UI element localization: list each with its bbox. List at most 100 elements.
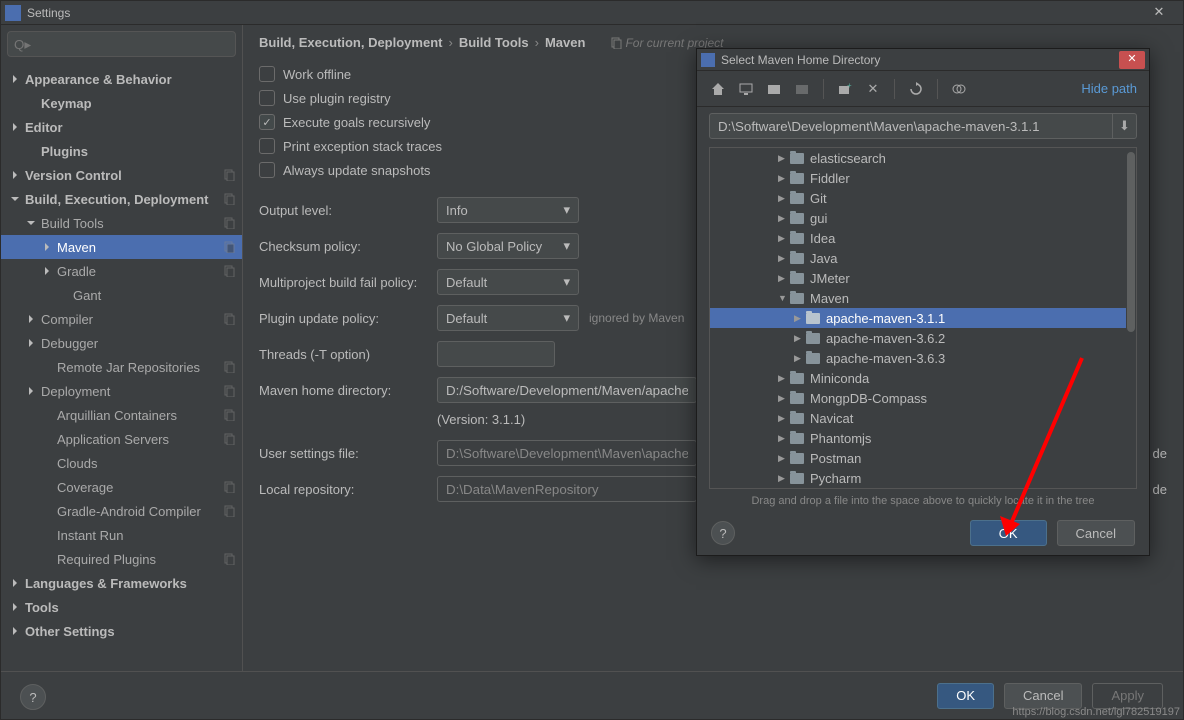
- checkbox[interactable]: [259, 114, 275, 130]
- tree-label: Deployment: [41, 384, 110, 399]
- folder-label: gui: [810, 211, 827, 226]
- folder-postman[interactable]: ▶Postman: [710, 448, 1136, 468]
- tree-label: Tools: [25, 600, 59, 615]
- tree-arrow-icon: [41, 553, 53, 565]
- checkbox[interactable]: [259, 162, 275, 178]
- folder-icon: [790, 433, 804, 444]
- ok-button[interactable]: OK: [937, 683, 994, 709]
- desktop-icon[interactable]: [737, 80, 755, 98]
- folder-fiddler[interactable]: ▶Fiddler: [710, 168, 1136, 188]
- checkbox[interactable]: [259, 90, 275, 106]
- dialog-footer: ? OK Cancel: [697, 511, 1149, 555]
- tree-item-required-plugins[interactable]: Required Plugins: [1, 547, 242, 571]
- new-folder-icon[interactable]: +: [836, 80, 854, 98]
- tree-item-appearance-behavior[interactable]: Appearance & Behavior: [1, 67, 242, 91]
- checkbox[interactable]: [259, 138, 275, 154]
- maven-home-input[interactable]: [437, 377, 697, 403]
- breadcrumb-1[interactable]: Build, Execution, Deployment: [259, 35, 442, 50]
- chevron-down-icon: ▾: [563, 202, 570, 218]
- refresh-icon[interactable]: [907, 80, 925, 98]
- project-icon[interactable]: [765, 80, 783, 98]
- breadcrumb-2[interactable]: Build Tools: [459, 35, 529, 50]
- apply-button[interactable]: Apply: [1092, 683, 1163, 709]
- folder-java[interactable]: ▶Java: [710, 248, 1136, 268]
- help-button[interactable]: ?: [711, 521, 735, 545]
- folder-elasticsearch[interactable]: ▶elasticsearch: [710, 148, 1136, 168]
- hide-path-link[interactable]: Hide path: [1081, 81, 1137, 96]
- tree-item-languages-frameworks[interactable]: Languages & Frameworks: [1, 571, 242, 595]
- multiproject-select[interactable]: Default▾: [437, 269, 579, 295]
- module-icon[interactable]: [793, 80, 811, 98]
- folder-icon: [790, 393, 804, 404]
- checksum-select[interactable]: No Global Policy▾: [437, 233, 579, 259]
- folder-jmeter[interactable]: ▶JMeter: [710, 268, 1136, 288]
- show-hidden-icon[interactable]: [950, 80, 968, 98]
- tree-item-build-execution-deployment[interactable]: Build, Execution, Deployment: [1, 187, 242, 211]
- tree-item-version-control[interactable]: Version Control: [1, 163, 242, 187]
- tree-item-deployment[interactable]: Deployment: [1, 379, 242, 403]
- folder-navicat[interactable]: ▶Navicat: [710, 408, 1136, 428]
- cancel-button[interactable]: Cancel: [1057, 520, 1135, 546]
- tree-item-plugins[interactable]: Plugins: [1, 139, 242, 163]
- folder-phantomjs[interactable]: ▶Phantomjs: [710, 428, 1136, 448]
- tree-item-maven[interactable]: Maven: [1, 235, 242, 259]
- folder-apache-maven-3-6-3[interactable]: ▶apache-maven-3.6.3: [710, 348, 1136, 368]
- checkbox[interactable]: [259, 66, 275, 82]
- folder-mongpdb-compass[interactable]: ▶MongpDB-Compass: [710, 388, 1136, 408]
- close-icon[interactable]: ✕: [1139, 2, 1179, 24]
- tree-arrow-icon: [41, 481, 53, 493]
- folder-git[interactable]: ▶Git: [710, 188, 1136, 208]
- folder-label: elasticsearch: [810, 151, 886, 166]
- tree-item-editor[interactable]: Editor: [1, 115, 242, 139]
- folder-gui[interactable]: ▶gui: [710, 208, 1136, 228]
- tree-item-remote-jar-repositories[interactable]: Remote Jar Repositories: [1, 355, 242, 379]
- tree-item-compiler[interactable]: Compiler: [1, 307, 242, 331]
- tree-arrow-icon: [9, 193, 21, 205]
- tree-item-application-servers[interactable]: Application Servers: [1, 427, 242, 451]
- tree-item-clouds[interactable]: Clouds: [1, 451, 242, 475]
- folder-apache-maven-3-1-1[interactable]: ▶apache-maven-3.1.1: [710, 308, 1136, 328]
- folder-maven[interactable]: ▼Maven: [710, 288, 1136, 308]
- dialog-toolbar: + ✕ Hide path: [697, 71, 1149, 107]
- help-button[interactable]: ?: [20, 684, 46, 710]
- tree-arrow-icon: [25, 337, 37, 349]
- folder-icon: [806, 313, 820, 324]
- folder-label: apache-maven-3.1.1: [826, 311, 945, 326]
- tree-item-arquillian-containers[interactable]: Arquillian Containers: [1, 403, 242, 427]
- tree-item-other-settings[interactable]: Other Settings: [1, 619, 242, 643]
- folder-idea[interactable]: ▶Idea: [710, 228, 1136, 248]
- search-field[interactable]: [14, 37, 229, 52]
- tree-item-gant[interactable]: Gant: [1, 283, 242, 307]
- tree-item-gradle-android-compiler[interactable]: Gradle-Android Compiler: [1, 499, 242, 523]
- tree-item-build-tools[interactable]: Build Tools: [1, 211, 242, 235]
- copy-icon: [224, 553, 236, 565]
- breadcrumb-3[interactable]: Maven: [545, 35, 585, 50]
- tree-item-coverage[interactable]: Coverage: [1, 475, 242, 499]
- settings-tree: Appearance & BehaviorKeymapEditorPlugins…: [1, 63, 242, 671]
- tree-item-tools[interactable]: Tools: [1, 595, 242, 619]
- tree-item-gradle[interactable]: Gradle: [1, 259, 242, 283]
- path-input[interactable]: [710, 119, 1112, 134]
- threads-input[interactable]: [437, 341, 555, 367]
- folder-miniconda[interactable]: ▶Miniconda: [710, 368, 1136, 388]
- close-icon[interactable]: ✕: [1119, 51, 1145, 69]
- override-suffix: de: [1153, 482, 1167, 497]
- local-repo-input[interactable]: [437, 476, 697, 502]
- tree-item-keymap[interactable]: Keymap: [1, 91, 242, 115]
- ok-button[interactable]: OK: [970, 520, 1047, 546]
- tree-item-debugger[interactable]: Debugger: [1, 331, 242, 355]
- delete-icon[interactable]: ✕: [864, 80, 882, 98]
- scrollbar[interactable]: [1126, 148, 1136, 488]
- download-icon[interactable]: ⬇: [1112, 114, 1136, 138]
- plugin-update-select[interactable]: Default▾: [437, 305, 579, 331]
- folder-apache-maven-3-6-2[interactable]: ▶apache-maven-3.6.2: [710, 328, 1136, 348]
- folder-pycharm[interactable]: ▶Pycharm: [710, 468, 1136, 488]
- user-settings-input[interactable]: [437, 440, 697, 466]
- search-input[interactable]: [7, 31, 236, 57]
- cancel-button[interactable]: Cancel: [1004, 683, 1082, 709]
- tree-item-instant-run[interactable]: Instant Run: [1, 523, 242, 547]
- output-level-select[interactable]: Info▾: [437, 197, 579, 223]
- svg-text:+: +: [847, 81, 852, 90]
- home-icon[interactable]: [709, 80, 727, 98]
- tree-arrow-icon: [9, 601, 21, 613]
